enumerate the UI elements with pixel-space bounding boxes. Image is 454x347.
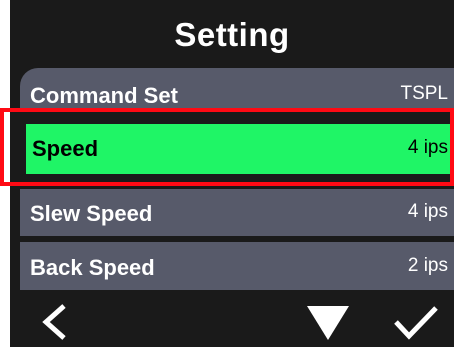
confirm-button[interactable]	[388, 300, 444, 344]
chevron-left-icon	[42, 304, 66, 340]
checkmark-icon	[394, 306, 438, 340]
menu-item-label: Command Set	[30, 83, 178, 108]
menu-item-slew-speed[interactable]: Slew Speed 4 ips	[20, 189, 454, 236]
menu-item-label: Slew Speed	[30, 201, 153, 226]
printer-display: Setting Command Set TSPL Speed 4 ips Sle…	[10, 0, 454, 347]
scroll-down-button[interactable]	[300, 300, 356, 344]
menu-item-back-speed[interactable]: Back Speed 2 ips	[20, 242, 454, 290]
menu-item-value: 2 ips	[407, 255, 448, 276]
selected-item-highlight: Speed 4 ips	[26, 124, 454, 174]
menu-item-speed[interactable]: Speed 4 ips	[20, 117, 454, 181]
menu-item-value: 4 ips	[407, 201, 448, 222]
back-button[interactable]	[28, 300, 84, 344]
page-title: Setting	[174, 16, 290, 53]
menu-item-command-set[interactable]: Command Set TSPL	[20, 68, 454, 110]
triangle-down-icon	[307, 306, 349, 340]
menu-item-value: 4 ips	[407, 137, 448, 158]
menu-item-label: Speed	[32, 136, 99, 161]
menu-item-label: Back Speed	[30, 255, 155, 280]
menu-item-value: TSPL	[400, 83, 448, 104]
